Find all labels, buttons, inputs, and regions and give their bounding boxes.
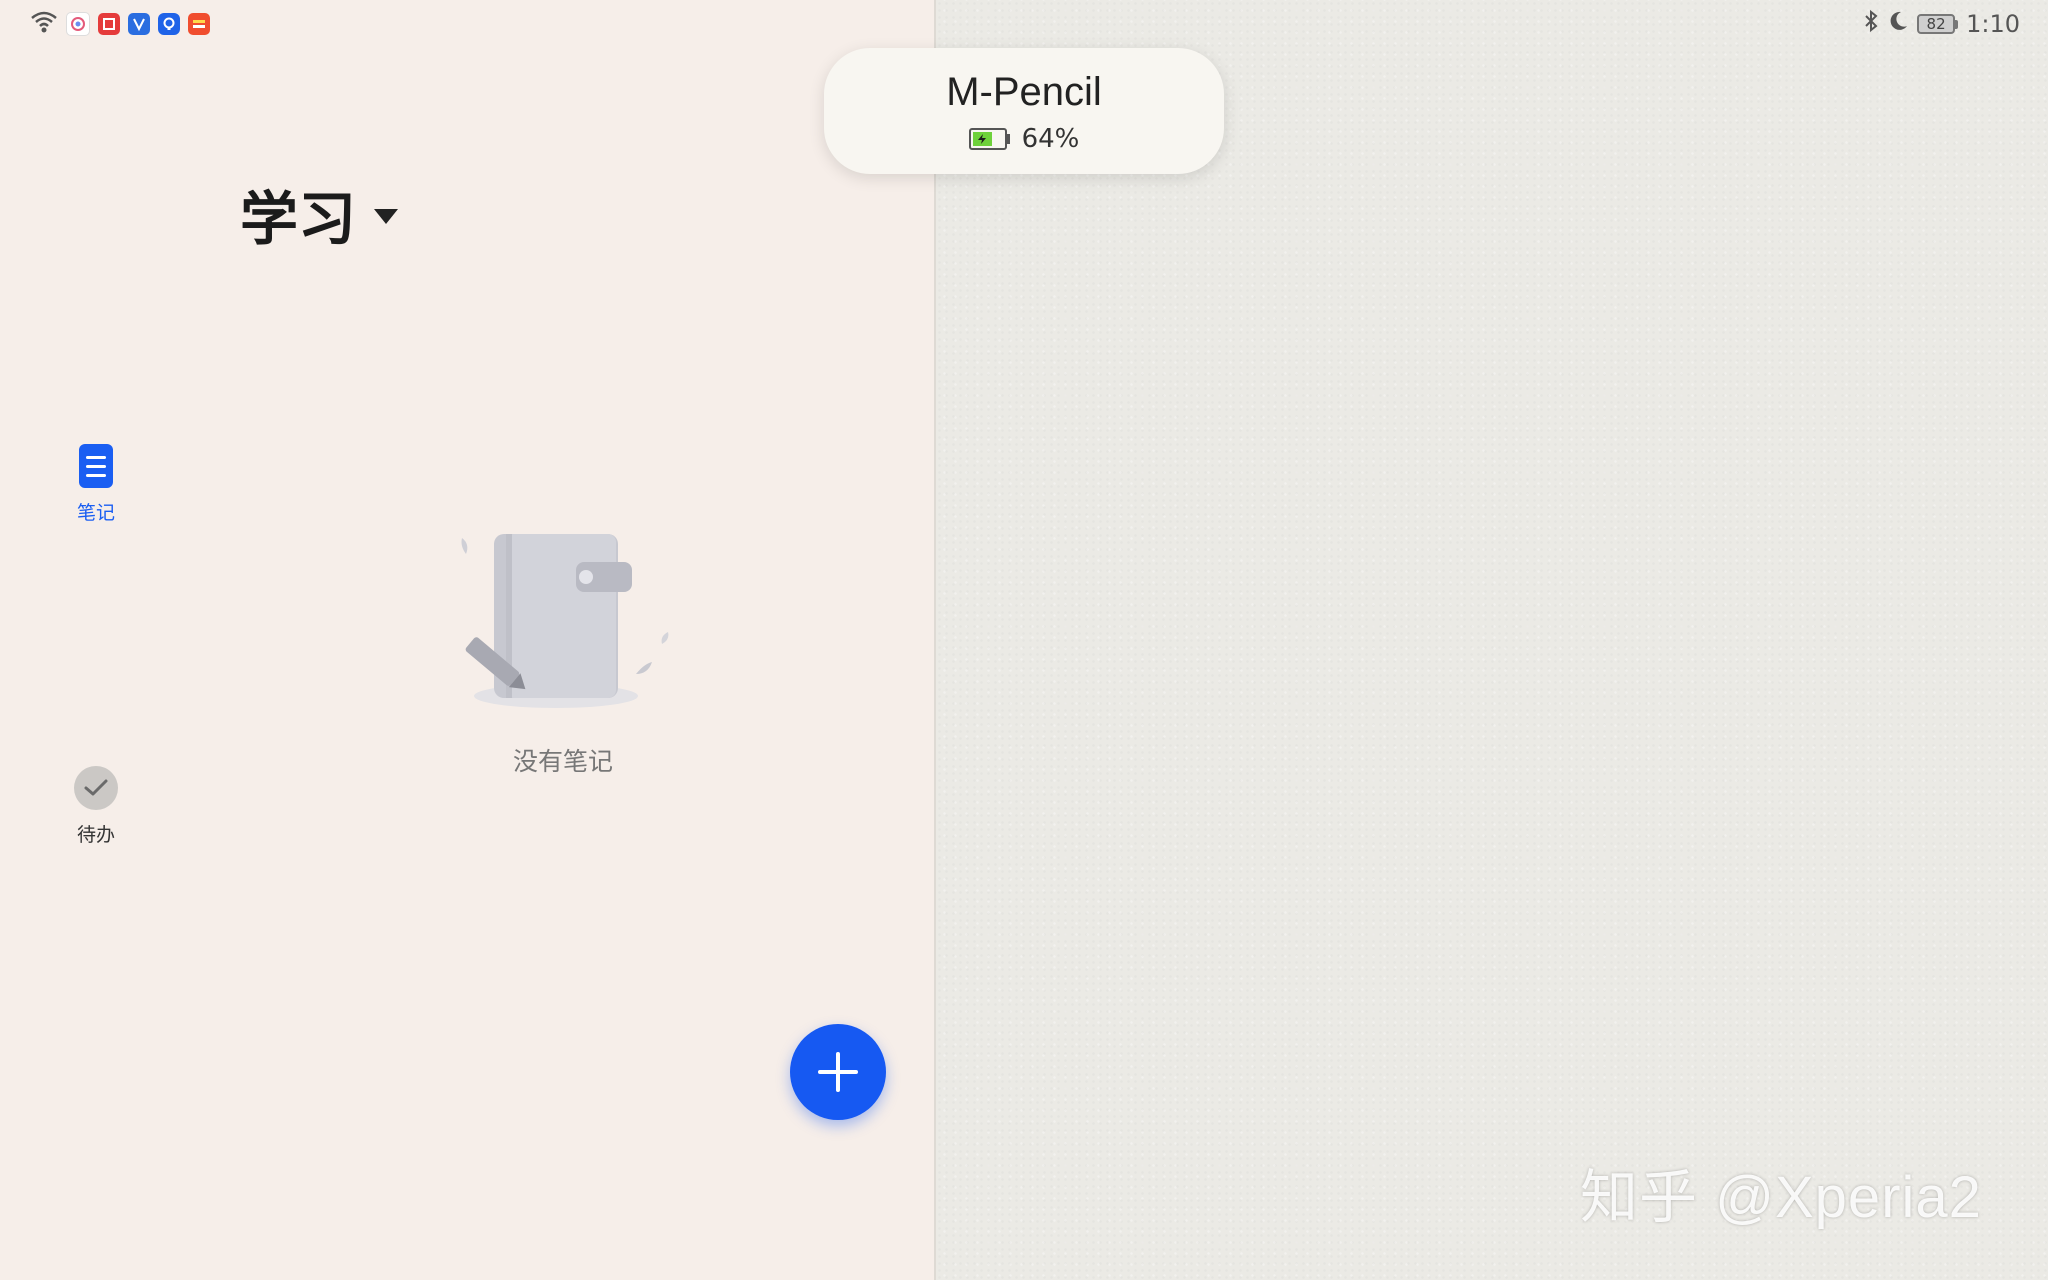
caret-down-icon	[374, 208, 399, 224]
clock-time: 1:10	[1966, 10, 2020, 38]
app-icon-red-book	[98, 13, 120, 35]
note-detail-pane	[936, 0, 2048, 1280]
add-note-button[interactable]	[790, 1024, 886, 1120]
check-icon	[74, 766, 118, 810]
nav-item-todo-label: 待办	[76, 824, 115, 846]
battery-icon: 82	[1917, 14, 1959, 34]
folder-selector[interactable]: 学习	[240, 172, 399, 256]
status-bar-right: 82 1:10	[1863, 9, 2020, 39]
plus-icon	[818, 1052, 858, 1092]
app-icon-blue-scan	[128, 13, 150, 35]
moon-icon	[1887, 9, 1909, 39]
battery-level-text: 82	[1917, 14, 1956, 34]
watermark: 知乎 @Xperia2	[1580, 1165, 1982, 1230]
nav-item-notes-label: 笔记	[76, 502, 115, 524]
pencil-device-name: M-Pencil	[946, 70, 1102, 114]
app-icon-gallery	[188, 13, 210, 35]
wifi-icon	[30, 10, 58, 38]
pencil-battery-percent: 64%	[1021, 124, 1080, 154]
nav-item-notes[interactable]: 笔记	[62, 444, 130, 525]
pencil-battery-icon	[968, 128, 1010, 150]
pencil-battery: 64%	[968, 124, 1080, 154]
nav-item-todo[interactable]: 待办	[62, 766, 130, 847]
empty-notebook-illustration	[456, 524, 676, 718]
empty-state-text: 没有笔记	[512, 747, 613, 776]
bluetooth-icon	[1863, 9, 1879, 39]
status-bar-left	[30, 10, 210, 38]
folder-title: 学习	[240, 185, 357, 253]
notes-icon	[79, 444, 113, 488]
app-icon-tips	[158, 13, 180, 35]
pencil-connection-popup[interactable]: M-Pencil 64%	[824, 48, 1224, 174]
app-icon-browser	[66, 12, 90, 36]
